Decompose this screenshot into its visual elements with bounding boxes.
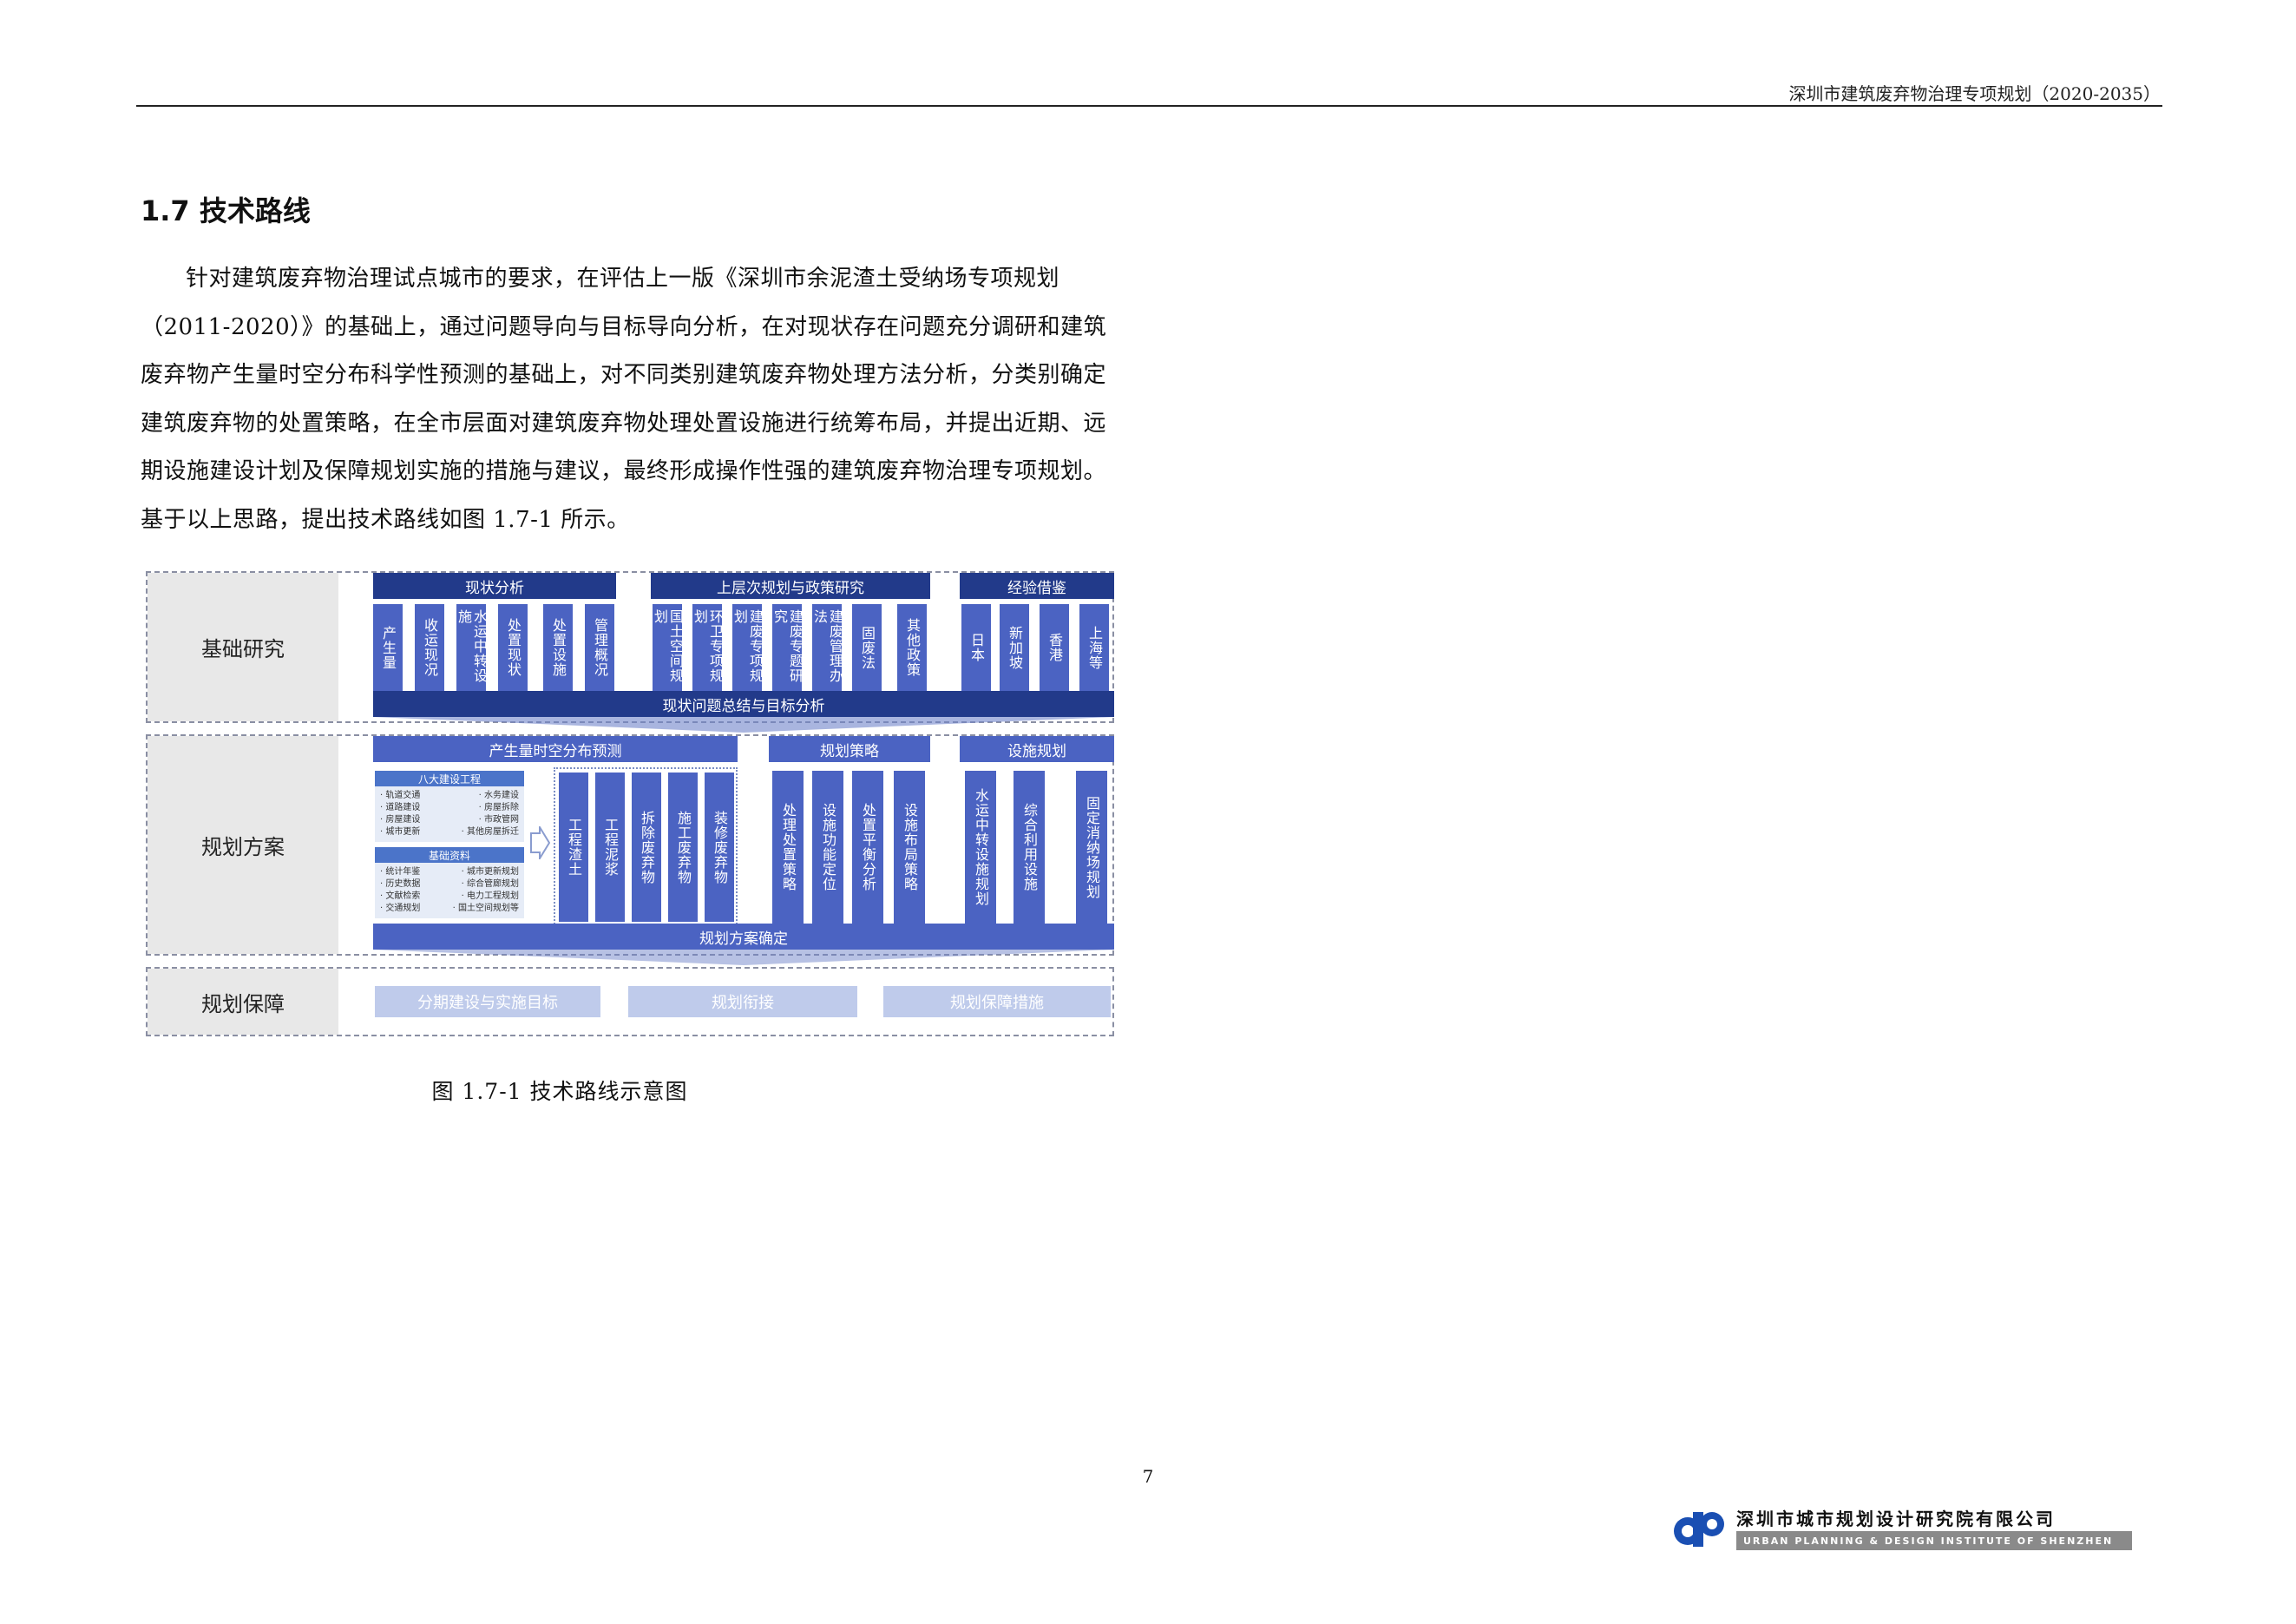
group-title-status-analysis: 现状分析 [373, 573, 616, 599]
column-item: 产生量 [373, 604, 403, 691]
mini-title-eight-projects: 八大建设工程 [375, 771, 524, 786]
group-title-forecast: 产生量时空分布预测 [373, 736, 738, 762]
summary-bar-basic: 现状问题总结与目标分析 [373, 691, 1114, 717]
mini-item: · 轨道交通 [380, 791, 421, 800]
chevron-down-icon [373, 717, 1114, 733]
band-label-guarantee: 规划保障 [148, 969, 338, 1035]
column-item: 处置设施 [543, 604, 573, 691]
mini-item: · 市政管网 [478, 815, 519, 825]
mini-item: · 统计年鉴 [380, 867, 421, 877]
column-item: 国土空间规划 [652, 604, 684, 691]
logo-english: URBAN PLANNING & DESIGN INSTITUTE OF SHE… [1736, 1531, 2132, 1550]
column-item: 处理处置策略 [772, 771, 804, 924]
guarantee-item: 规划衔接 [628, 986, 857, 1017]
group-title-experience: 经验借鉴 [960, 573, 1114, 599]
mini-item: · 水务建设 [478, 791, 519, 800]
mini-item: · 文献检索 [380, 891, 421, 901]
column-item: 上海等 [1079, 604, 1109, 691]
column-item: 固废法 [852, 604, 882, 691]
mini-title-base-data: 基础资料 [375, 847, 524, 863]
column-item: 香港 [1040, 604, 1069, 691]
mini-item: · 其他房屋拆迁 [461, 827, 519, 837]
group-title-facility-planning: 设施规划 [960, 736, 1114, 762]
column-item: 其他政策 [897, 604, 927, 691]
column-item: 设施布局策略 [894, 771, 925, 924]
mini-item: · 综合管廊规划 [461, 879, 519, 889]
column-item: 建废专项规划 [731, 604, 764, 691]
header-title: 深圳市建筑废弃物治理专项规划（2020-2035） [1788, 83, 2161, 104]
mini-item: · 电力工程规划 [461, 891, 519, 901]
body-paragraph: 针对建筑废弃物治理试点城市的要求，在评估上一版《深圳市余泥渣土受纳场专项规划（2… [141, 266, 1107, 533]
column-item: 综合利用设施 [1014, 771, 1045, 924]
body-text: 针对建筑废弃物治理试点城市的要求，在评估上一版《深圳市余泥渣土受纳场专项规划（2… [141, 255, 1121, 544]
figure-caption: 图 1.7-1 技术路线示意图 [431, 1079, 688, 1104]
column-item: 处置平衡分析 [852, 771, 883, 924]
column-item: 工程泥浆 [595, 773, 625, 922]
column-item: 环卫专项规划 [692, 604, 724, 691]
logo-name: 深圳市城市规划设计研究院有限公司 [1736, 1509, 2056, 1529]
column-item: 工程渣土 [559, 773, 588, 922]
guarantee-item: 分期建设与实施目标 [375, 986, 600, 1017]
mini-item: · 城市更新 [380, 827, 421, 837]
column-item: 装修废弃物 [705, 773, 734, 922]
section-title: 1.7 技术路线 [141, 194, 311, 227]
column-item: 管理概况 [585, 604, 614, 691]
institute-logo: 深圳市城市规划设计研究院有限公司 URBAN PLANNING & DESIGN… [1670, 1503, 2156, 1555]
column-item: 收运现况 [415, 604, 444, 691]
mini-item: · 房屋拆除 [478, 803, 519, 812]
mini-item: · 道路建设 [380, 803, 421, 812]
page-number: 7 [1142, 1466, 1154, 1487]
group-title-policy-research: 上层次规划与政策研究 [651, 573, 930, 599]
mini-box-eight-projects: · 轨道交通 · 水务建设 · 道路建设 · 房屋拆除 · 房屋建设 · 市政管网 ·… [375, 786, 524, 842]
mini-item: · 房屋建设 [380, 815, 421, 825]
column-item: 施工废弃物 [668, 773, 698, 922]
column-item: 日本 [961, 604, 991, 691]
logo-mark-icon [1674, 1512, 1724, 1547]
column-item: 设施功能定位 [812, 771, 843, 924]
mini-item: · 历史数据 [380, 879, 421, 889]
column-item: 建废专题研究 [771, 604, 804, 691]
band-label-basic-research: 基础研究 [148, 573, 338, 721]
column-item: 拆除废弃物 [632, 773, 661, 922]
column-item: 固定消纳场规划 [1076, 771, 1107, 924]
mini-box-base-data: · 统计年鉴 · 城市更新规划 · 历史数据 · 综合管廊规划 · 文献检索 · 电力… [375, 863, 524, 918]
band-label-planning-scheme: 规划方案 [148, 736, 338, 954]
column-item: 水运中转设施规划 [965, 771, 996, 924]
mini-item: · 国土空间规划等 [452, 904, 519, 913]
technical-route-diagram: 基础研究 现状分析 上层次规划与政策研究 经验借鉴 产生量 收运现况 水运中转设… [146, 569, 1118, 1038]
chevron-down-icon [373, 950, 1114, 965]
mini-item: · 交通规划 [380, 904, 421, 913]
column-item: 处置现状 [498, 604, 528, 691]
column-item: 建废管理办法 [811, 604, 843, 691]
column-item: 水运中转设施 [456, 604, 488, 691]
mini-item: · 城市更新规划 [461, 867, 519, 877]
column-item: 新加坡 [1000, 604, 1029, 691]
header-rule [136, 105, 2162, 107]
arrow-right-icon [530, 826, 550, 859]
guarantee-item: 规划保障措施 [883, 986, 1111, 1017]
summary-bar-plan: 规划方案确定 [373, 924, 1114, 950]
group-title-strategy: 规划策略 [769, 736, 930, 762]
